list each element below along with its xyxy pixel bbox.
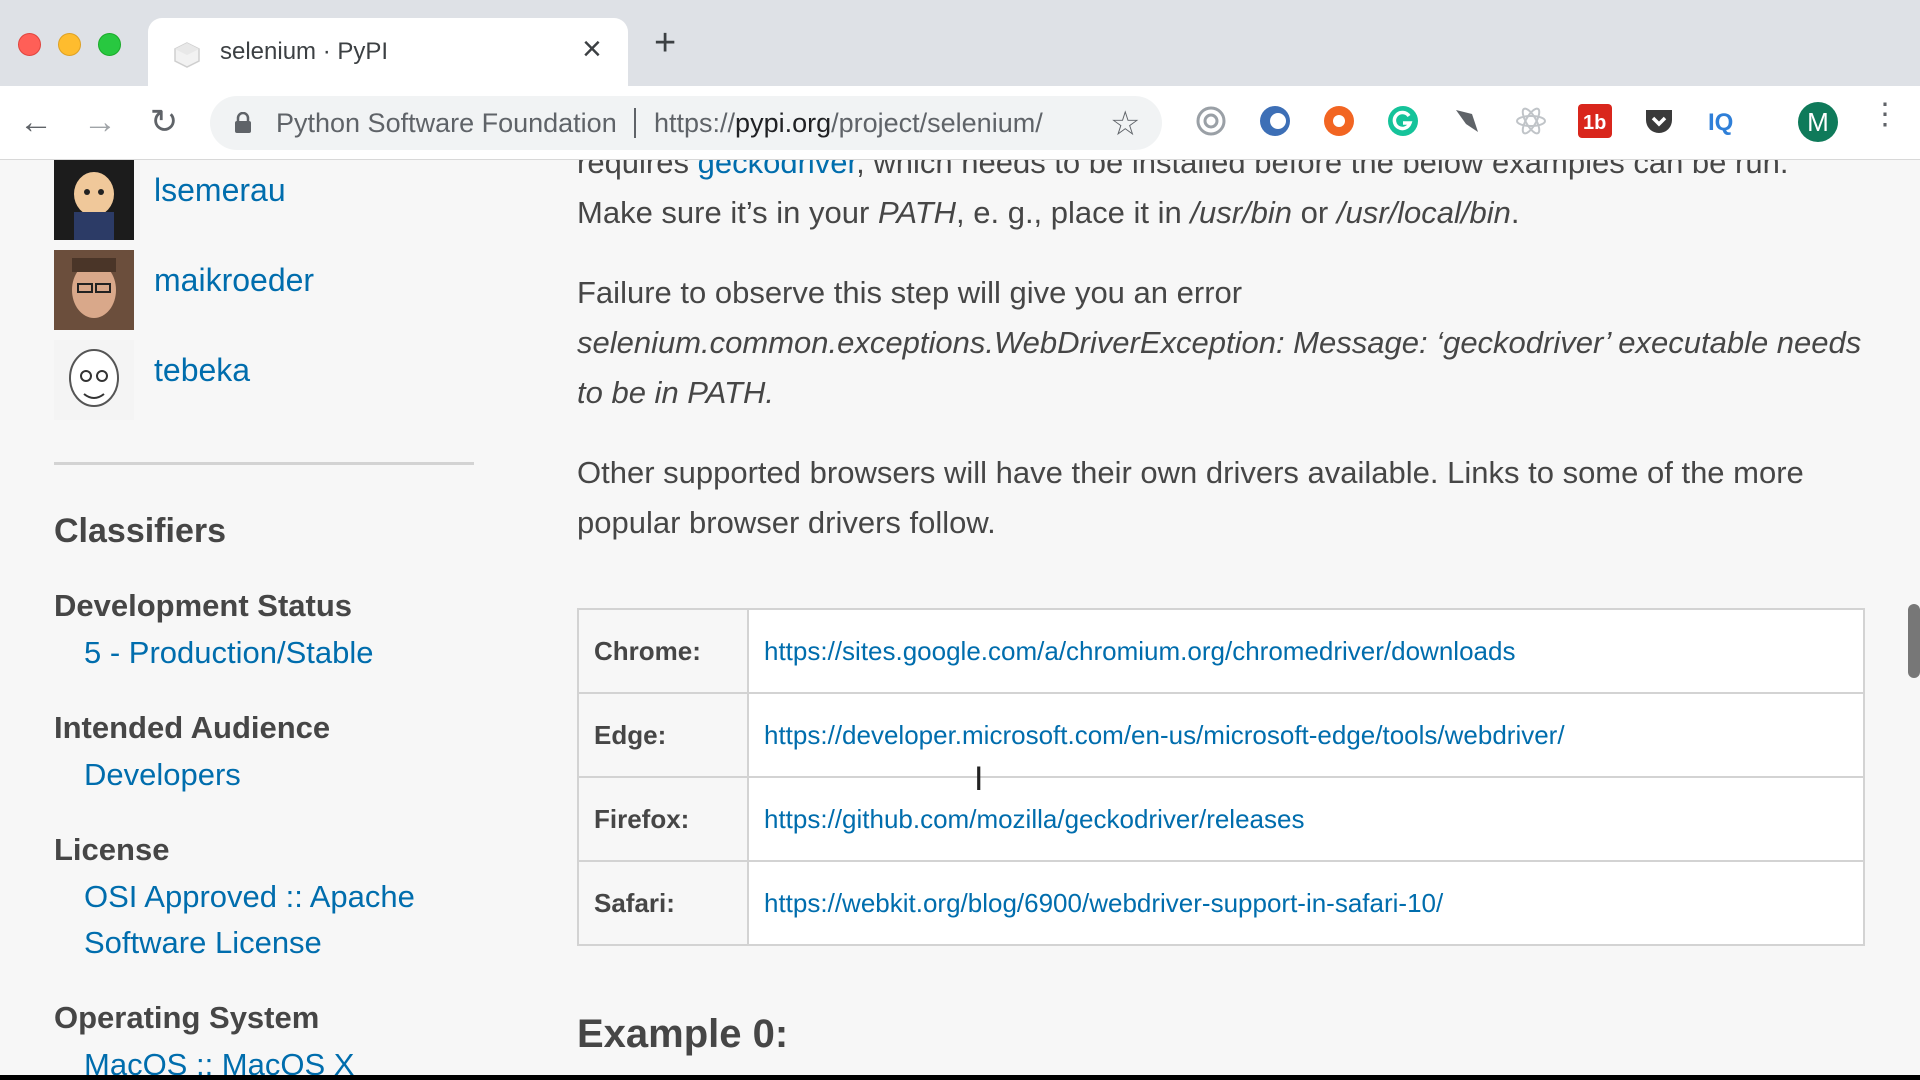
driver-link[interactable]: https://sites.google.com/a/chromium.org/… [747, 608, 1865, 694]
page-content: lsemerau maikroeder tebeka Classifiers D… [0, 160, 1920, 1075]
bookmark-star-icon[interactable]: ☆ [1110, 104, 1140, 144]
driver-link[interactable]: https://developer.microsoft.com/en-us/mi… [747, 692, 1865, 778]
site-identity: Python Software Foundation [276, 108, 617, 138]
classifier-group-heading: Development Status [54, 588, 353, 623]
back-button[interactable]: ← [16, 102, 56, 142]
svg-text:IQ: IQ [1708, 109, 1733, 136]
paragraph-requires: requires geckodriver, which needs to be … [577, 160, 1867, 188]
svg-text:1b: 1b [1583, 112, 1606, 134]
maintainer-avatar[interactable] [54, 340, 134, 420]
maintainer-link[interactable]: tebeka [154, 352, 250, 389]
forward-button[interactable]: → [80, 102, 120, 142]
address-bar[interactable]: Python Software Foundation https://pypi.… [210, 96, 1162, 150]
browser-name: Edge: [577, 692, 749, 778]
table-row: Chrome: https://sites.google.com/a/chrom… [577, 608, 1865, 694]
browser-name: Firefox: [577, 776, 749, 862]
paragraph-path: Make sure it’s in your PATH, e. g., plac… [577, 188, 1867, 238]
classifier-link[interactable]: OSI Approved :: Apache [84, 874, 415, 920]
usr-bin-path: /usr/bin [1190, 195, 1293, 230]
close-window-button[interactable] [18, 33, 41, 56]
text: Failure to observe this step will give y… [577, 275, 1243, 310]
browser-name: Chrome: [577, 608, 749, 694]
classifiers-heading: Classifiers [54, 512, 226, 550]
text: or [1292, 195, 1337, 230]
table-row: Firefox: https://github.com/mozilla/geck… [577, 776, 1865, 862]
maintainer-avatar[interactable] [54, 160, 134, 240]
react-devtools-icon[interactable] [1514, 104, 1548, 138]
paragraph-other-browsers: Other supported browsers will have their… [577, 455, 1804, 540]
drivers-table: Chrome: https://sites.google.com/a/chrom… [577, 608, 1865, 946]
extension-pin-icon[interactable] [1450, 104, 1484, 138]
extension-ring-icon[interactable] [1194, 104, 1228, 138]
extension-iq-icon[interactable]: IQ [1706, 104, 1740, 138]
new-tab-button[interactable]: + [654, 24, 676, 62]
tab-selenium[interactable]: selenium · PyPI × [148, 18, 628, 86]
url-host: pypi.org [735, 108, 832, 138]
text-cursor-icon: I [974, 760, 984, 798]
maintainer-link[interactable]: lsemerau [154, 172, 286, 209]
classifier-group-heading: Operating System [54, 1000, 320, 1035]
url-scheme: https:// [654, 108, 736, 138]
lock-icon [235, 112, 251, 133]
maintainer-avatar[interactable] [54, 250, 134, 330]
page-scrollbar[interactable] [1908, 604, 1920, 678]
browser-name: Safari: [577, 860, 749, 946]
paragraph-error: Failure to observe this step will give y… [577, 268, 1867, 418]
text: , which needs to be installed before the… [856, 160, 1789, 180]
classifier-link[interactable]: MacOS :: MacOS X [84, 1042, 354, 1075]
tab-title: selenium · PyPI [220, 38, 389, 65]
classifier-link[interactable]: Developers [84, 752, 241, 798]
extension-1b-icon[interactable]: 1b [1578, 104, 1612, 138]
tab-close-icon[interactable]: × [582, 32, 602, 66]
grammarly-icon[interactable] [1386, 104, 1420, 138]
pocket-icon[interactable] [1642, 104, 1676, 138]
url-text: https://pypi.org/project/selenium/ [654, 108, 1043, 139]
tab-bar: selenium · PyPI × + [0, 0, 1920, 86]
zoom-window-button[interactable] [98, 33, 121, 56]
text: requires [577, 160, 698, 180]
classifier-group-heading: Intended Audience [54, 710, 331, 745]
geckodriver-link[interactable]: geckodriver [698, 160, 857, 180]
text: . [1510, 195, 1520, 230]
text: Make sure it’s in your [577, 195, 878, 230]
table-row: Safari: https://webkit.org/blog/6900/web… [577, 860, 1865, 946]
extension-lifebuoy-icon[interactable] [1322, 104, 1356, 138]
example-heading: Example 0: [577, 1012, 789, 1056]
driver-link[interactable]: https://webkit.org/blog/6900/webdriver-s… [747, 860, 1865, 946]
extension-blue-circle-icon[interactable] [1258, 104, 1292, 138]
profile-avatar[interactable]: M [1798, 102, 1838, 142]
usr-local-bin-path: /usr/local/bin [1336, 195, 1511, 230]
classifier-link[interactable]: 5 - Production/Stable [84, 630, 374, 676]
error-message: selenium.common.exceptions.WebDriverExce… [577, 325, 1862, 410]
maintainer-link[interactable]: maikroeder [154, 262, 314, 299]
driver-link[interactable]: https://github.com/mozilla/geckodriver/r… [747, 776, 1865, 862]
reload-button[interactable]: ↻ [144, 102, 184, 142]
path-term: PATH [877, 195, 957, 230]
classifier-group-heading: License [54, 832, 170, 867]
text: , e. g., place it in [956, 195, 1191, 230]
browser-menu-icon[interactable]: ⋮ [1870, 100, 1900, 130]
url-path: /project/selenium/ [831, 108, 1043, 138]
sidebar-divider [54, 462, 474, 465]
classifier-link[interactable]: Software License [84, 920, 322, 966]
omnibox-separator [634, 108, 636, 138]
browser-toolbar: ← → ↻ Python Software Foundation https:/… [0, 86, 1920, 160]
minimize-window-button[interactable] [58, 33, 81, 56]
pypi-favicon-icon [174, 42, 200, 68]
table-row: Edge: https://developer.microsoft.com/en… [577, 692, 1865, 778]
